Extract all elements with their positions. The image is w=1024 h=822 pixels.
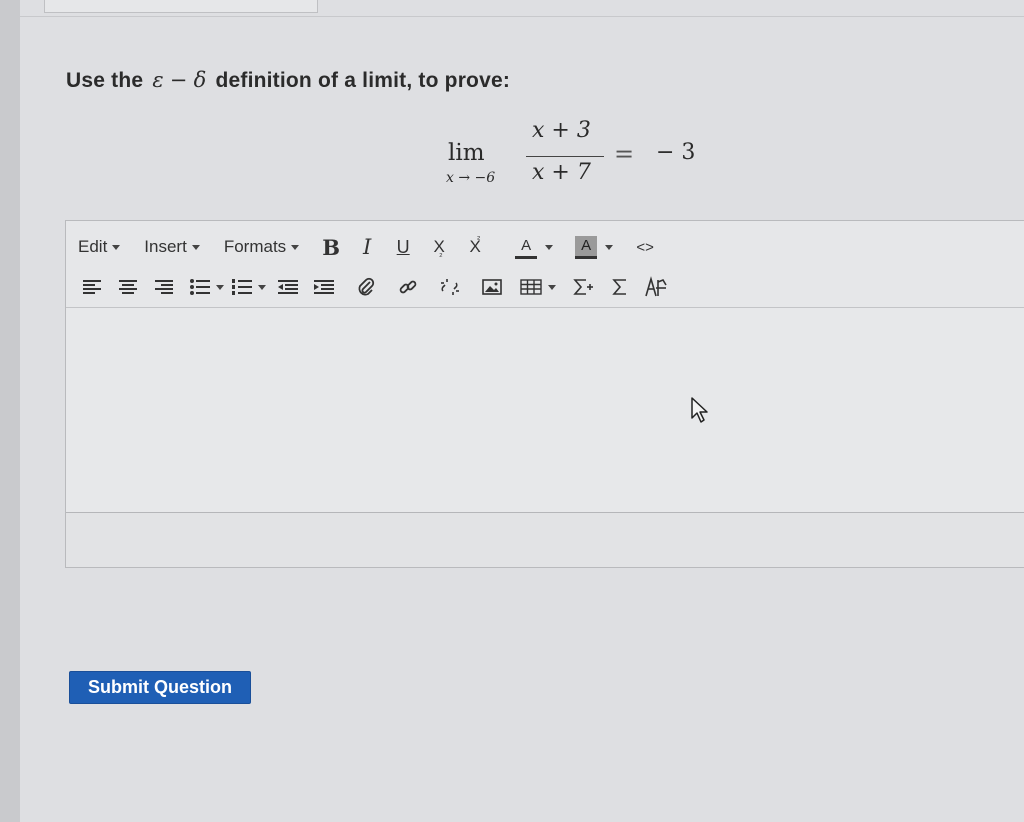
editor-toolbar: Edit Insert Formats B I U X₂ X² A A <> [66,221,1024,308]
caret-down-icon [291,244,300,250]
superscript-mark: ² [477,234,481,244]
question-text: Use the ε − δ definition of a limit, to pr… [66,68,510,93]
bullet-list-button[interactable] [190,274,224,300]
lim-subscript: x → −6 [446,170,496,186]
image-icon [482,279,502,295]
numbered-list-button[interactable] [232,274,266,300]
menu-edit[interactable]: Edit [78,237,121,257]
menu-insert-label: Insert [144,237,187,256]
italic-button[interactable]: I [353,234,381,260]
outdent-icon [278,280,298,294]
attachment-icon [358,277,375,296]
limit-value: − 3 [656,140,696,165]
menu-insert[interactable]: Insert [144,237,200,257]
chemistry-icon [645,276,667,297]
menu-edit-label: Edit [78,237,108,256]
align-center-icon [119,280,137,294]
indent-button[interactable] [310,274,338,300]
align-right-icon [155,280,173,294]
superscript-button[interactable]: X² [461,234,489,260]
numbered-list-icon [232,279,252,295]
table-button[interactable] [520,274,556,300]
menu-formats[interactable]: Formats [223,237,300,257]
submit-question-button[interactable]: Submit Question [69,671,251,704]
source-code-button[interactable]: <> [631,234,659,260]
align-right-button[interactable] [150,274,178,300]
bullet-list-icon [190,279,210,295]
caret-down-icon [545,244,554,250]
bold-button[interactable]: B [317,234,345,260]
equals-sign: = [614,140,635,168]
subscript-mark: ₂ [439,248,443,258]
question-prefix: Use the [66,69,144,92]
limit-formula: lim x → −6 x + 3 x + 7 = − 3 [444,118,724,198]
editor-status-bar [66,513,1024,567]
indent-icon [314,280,334,294]
align-left-button[interactable] [78,274,106,300]
fraction-denominator: x + 7 [532,160,591,185]
unlink-button[interactable] [436,274,464,300]
font-color-button[interactable]: A [515,234,554,260]
chemistry-button[interactable] [642,274,670,300]
image-button[interactable] [478,274,506,300]
caret-down-icon [605,244,614,250]
rich-text-editor: Edit Insert Formats B I U X₂ X² A A <> [65,220,1024,568]
question-suffix: definition of a limit, to prove: [215,69,511,92]
equation-editor-icon [573,279,593,295]
fraction-bar [526,156,604,157]
background-color-icon: A [575,235,598,259]
caret-down-icon [548,284,556,290]
subscript-button[interactable]: X₂ [425,234,453,260]
align-center-button[interactable] [114,274,142,300]
answer-text-area[interactable] [66,308,1024,513]
unlink-icon [441,279,459,295]
mouse-cursor-icon [691,397,708,423]
align-left-icon [83,280,101,294]
previous-answer-box [44,0,318,13]
lim-text: lim [448,140,485,166]
sigma-button[interactable] [606,274,634,300]
font-color-icon: A [515,236,538,259]
delta-symbol: δ [193,68,207,92]
caret-down-icon [258,284,266,290]
equation-editor-button[interactable] [570,274,598,300]
toolbar-row-1: Edit Insert Formats B I U X₂ X² A A <> [78,233,667,261]
fraction-numerator: x + 3 [532,118,591,143]
outdent-button[interactable] [274,274,302,300]
caret-down-icon [112,244,121,250]
left-panel-edge [0,0,20,822]
table-icon [520,279,542,295]
menu-formats-label: Formats [223,237,287,256]
link-button[interactable] [394,274,422,300]
sigma-icon [612,279,626,295]
underline-button[interactable]: U [389,234,417,260]
dash-symbol: − [169,68,188,92]
toolbar-row-2 [78,273,678,301]
background-color-button[interactable]: A [575,234,614,260]
link-icon [399,280,417,294]
caret-down-icon [191,244,200,250]
divider [20,16,1024,17]
epsilon-symbol: ε [152,68,164,92]
attachment-button[interactable] [352,274,380,300]
caret-down-icon [216,284,224,290]
